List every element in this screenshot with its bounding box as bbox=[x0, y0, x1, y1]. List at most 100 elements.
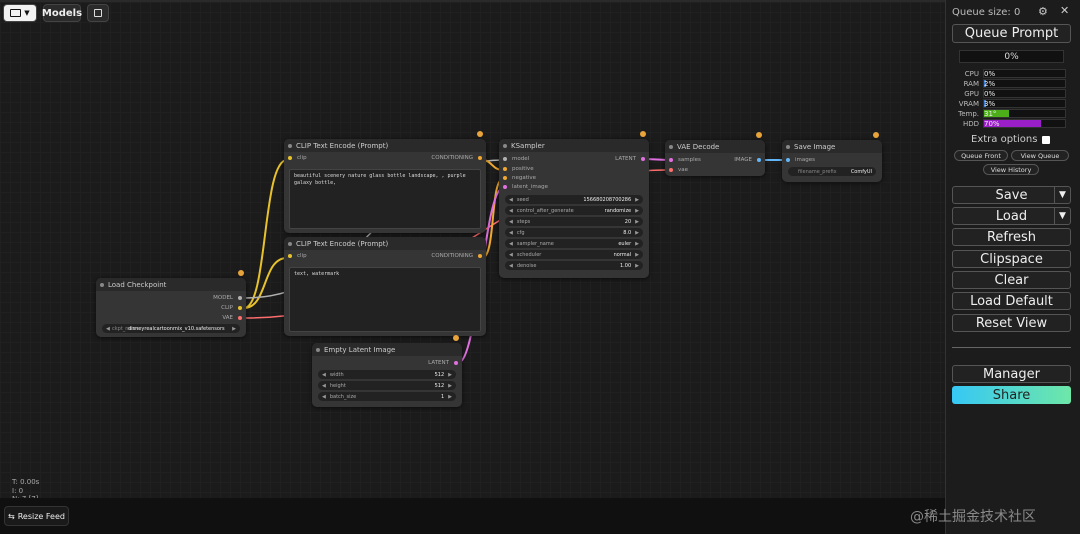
node-ksampler[interactable]: KSampler model positive negative latent_… bbox=[499, 131, 649, 278]
node-title: Load Checkpoint bbox=[96, 278, 246, 291]
clipspace-button[interactable]: Clipspace bbox=[952, 250, 1071, 268]
widget-sampler-name[interactable]: ◀ sampler_name euler ▶ bbox=[505, 239, 643, 248]
stat-value: 0% bbox=[984, 70, 996, 78]
stats-line: T: 0.00s bbox=[12, 478, 40, 486]
node-status-badge bbox=[873, 132, 879, 138]
prompt-textarea[interactable]: beautiful scenery nature glass bottle la… bbox=[289, 169, 481, 229]
widget-scheduler[interactable]: ◀ scheduler normal ▶ bbox=[505, 250, 643, 259]
models-button[interactable]: Models bbox=[42, 4, 82, 22]
clear-button[interactable]: Clear bbox=[952, 271, 1071, 289]
gear-icon[interactable]: ⚙ bbox=[1038, 5, 1048, 18]
resize-feed-label: Resize Feed bbox=[17, 511, 65, 521]
node-save-image[interactable]: Save Image images filename_prefix ComfyUI bbox=[782, 132, 882, 182]
stat-value: 3% bbox=[984, 100, 996, 108]
load-button[interactable]: Load ▼ bbox=[952, 207, 1071, 225]
widget-control-after-generate[interactable]: ◀ control_after_generate randomize ▶ bbox=[505, 206, 643, 215]
stat-row-hdd: HDD 70% bbox=[952, 119, 1071, 128]
input-port-negative[interactable]: negative bbox=[503, 175, 536, 181]
widget-steps[interactable]: ◀ steps 20 ▶ bbox=[505, 217, 643, 226]
stat-label: CPU bbox=[964, 69, 979, 78]
output-port-latent[interactable]: LATENT bbox=[428, 360, 458, 366]
node-title: Empty Latent Image bbox=[312, 343, 462, 356]
input-port-samples[interactable]: samples bbox=[669, 157, 701, 163]
progress-bar: 0% bbox=[959, 50, 1064, 63]
output-port-conditioning[interactable]: CONDITIONING bbox=[431, 253, 482, 259]
output-port-model[interactable]: MODEL bbox=[213, 295, 242, 301]
node-empty-latent-image[interactable]: Empty Latent Image LATENT ◀ width 512 ▶ ◀ he… bbox=[312, 335, 462, 407]
node-vae-decode[interactable]: VAE Decode samples vae IMAGE bbox=[665, 132, 765, 176]
queue-size-label: Queue size: 0 bbox=[952, 7, 1021, 18]
extra-options-label: Extra options bbox=[971, 134, 1051, 145]
output-port-image[interactable]: IMAGE bbox=[734, 157, 761, 163]
node-title: CLIP Text Encode (Prompt) bbox=[284, 237, 486, 250]
manager-button[interactable]: Manager bbox=[952, 365, 1071, 383]
comfyui-window: CLIP Text Encode (Prompt) clip CONDITION… bbox=[0, 0, 1080, 534]
bottom-bar: ⇆ Resize Feed bbox=[0, 498, 945, 534]
stat-label: VRAM bbox=[958, 99, 979, 108]
share-button[interactable]: Share bbox=[952, 386, 1071, 404]
node-clip-text-encode-negative[interactable]: CLIP Text Encode (Prompt) clip CONDITION… bbox=[284, 237, 486, 336]
output-port-vae[interactable]: VAE bbox=[222, 315, 242, 321]
queue-front-button[interactable]: Queue Front bbox=[954, 150, 1008, 161]
node-canvas[interactable]: CLIP Text Encode (Prompt) clip CONDITION… bbox=[0, 0, 945, 499]
chevron-down-icon[interactable]: ▼ bbox=[1054, 187, 1070, 203]
node-title: CLIP Text Encode (Prompt) bbox=[284, 139, 486, 152]
refresh-button[interactable]: Refresh bbox=[952, 228, 1071, 246]
output-port-conditioning[interactable]: CONDITIONING bbox=[431, 155, 482, 161]
node-title: KSampler bbox=[499, 139, 649, 152]
prompt-textarea[interactable]: text, watermark bbox=[289, 267, 481, 332]
input-port-positive[interactable]: positive bbox=[503, 166, 534, 172]
node-status-badge bbox=[640, 131, 646, 137]
stat-bar: 31° bbox=[983, 109, 1066, 118]
stats-line: I: 0 bbox=[12, 486, 24, 495]
divider bbox=[952, 347, 1071, 348]
resize-feed-button[interactable]: ⇆ Resize Feed bbox=[4, 506, 69, 526]
increment-arrow-icon[interactable]: ▶ bbox=[232, 326, 236, 332]
widget-filename-prefix[interactable]: filename_prefix ComfyUI bbox=[788, 167, 876, 176]
queue-prompt-button[interactable]: Queue Prompt bbox=[952, 24, 1071, 43]
reset-view-button[interactable]: Reset View bbox=[952, 314, 1071, 332]
menu-panel: Queue size: 0 ⚙ ✕ Queue Prompt 0% CPU 0% R… bbox=[945, 0, 1080, 534]
stat-row-gpu: GPU 0% bbox=[952, 89, 1071, 98]
node-title: Save Image bbox=[782, 140, 882, 153]
widget-denoise[interactable]: ◀ denoise 1.00 ▶ bbox=[505, 261, 643, 270]
node-status-badge bbox=[238, 270, 244, 276]
stat-bar: 0% bbox=[983, 69, 1066, 78]
output-port-latent[interactable]: LATENT bbox=[615, 156, 645, 162]
node-status-badge bbox=[453, 335, 459, 341]
widget-batch-size[interactable]: ◀ batch_size 1 ▶ bbox=[318, 392, 456, 401]
widget-ckpt-name[interactable]: ◀ ckpt_name disneyrealcartoonmix_v10.saf… bbox=[102, 324, 240, 333]
decrement-arrow-icon[interactable]: ◀ bbox=[106, 326, 110, 332]
load-default-button[interactable]: Load Default bbox=[952, 292, 1071, 310]
node-clip-text-encode-positive[interactable]: CLIP Text Encode (Prompt) clip CONDITION… bbox=[284, 131, 486, 233]
folder-icon bbox=[10, 9, 22, 17]
extra-options-checkbox[interactable] bbox=[1042, 135, 1051, 144]
link-clip-bottom bbox=[243, 257, 288, 309]
node-status-badge bbox=[477, 131, 483, 137]
input-port-clip[interactable]: clip bbox=[288, 155, 307, 161]
input-port-images[interactable]: images bbox=[786, 157, 815, 163]
widget-cfg[interactable]: ◀ cfg 8.0 ▶ bbox=[505, 228, 643, 237]
save-workflow-button[interactable] bbox=[87, 4, 109, 22]
input-port-model[interactable]: model bbox=[503, 156, 529, 162]
node-title: VAE Decode bbox=[665, 140, 765, 153]
input-port-latent-image[interactable]: latent_image bbox=[503, 184, 548, 190]
widget-height[interactable]: ◀ height 512 ▶ bbox=[318, 381, 456, 390]
node-load-checkpoint[interactable]: Load Checkpoint MODEL CLIP VAE ◀ ckpt_na… bbox=[96, 270, 246, 337]
widget-width[interactable]: ◀ width 512 ▶ bbox=[318, 370, 456, 379]
folder-menu-button[interactable]: ▼ bbox=[3, 4, 37, 22]
input-port-clip[interactable]: clip bbox=[288, 253, 307, 259]
watermark: @稀土掘金技术社区 bbox=[910, 509, 1036, 525]
stat-bar: 0% bbox=[983, 89, 1066, 98]
stat-row-temp: Temp. 31° bbox=[952, 109, 1071, 118]
node-status-badge bbox=[756, 132, 762, 138]
save-button[interactable]: Save ▼ bbox=[952, 186, 1071, 204]
output-port-clip[interactable]: CLIP bbox=[221, 305, 242, 311]
close-icon[interactable]: ✕ bbox=[1060, 4, 1069, 17]
widget-seed[interactable]: ◀ seed 156680208700286 ▶ bbox=[505, 195, 643, 204]
view-queue-button[interactable]: View Queue bbox=[1011, 150, 1069, 161]
input-port-vae[interactable]: vae bbox=[669, 167, 688, 173]
chevron-down-icon[interactable]: ▼ bbox=[1054, 208, 1070, 224]
stat-bar: 70% bbox=[983, 119, 1066, 128]
view-history-button[interactable]: View History bbox=[983, 164, 1039, 175]
